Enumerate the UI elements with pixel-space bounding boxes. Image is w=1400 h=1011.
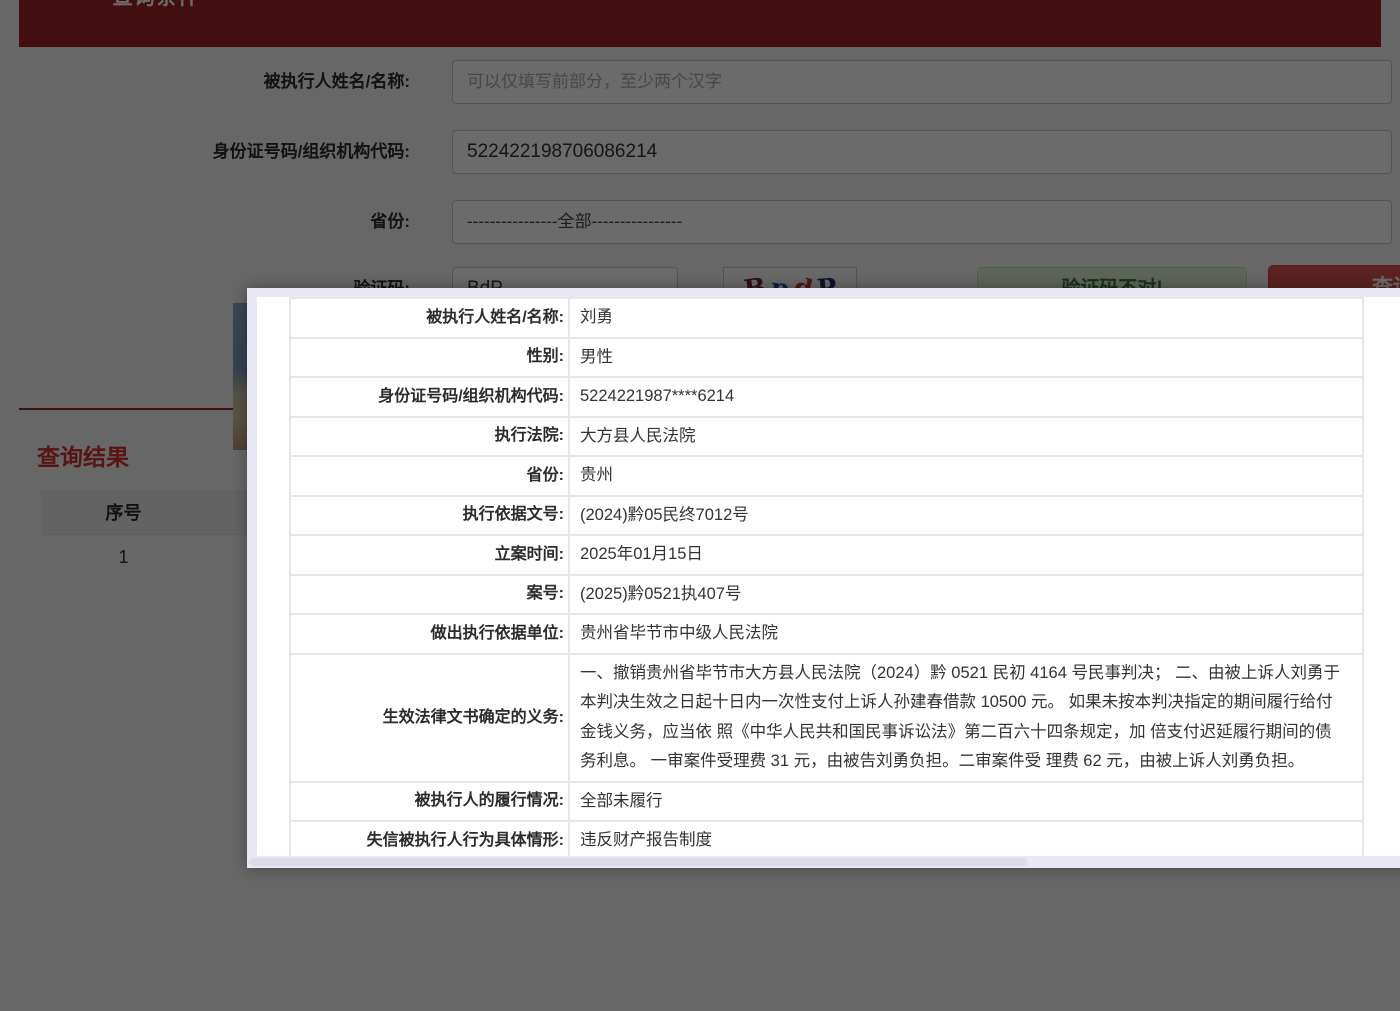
detail-label: 省份: xyxy=(291,457,570,495)
detail-value: 大方县人民法院 xyxy=(570,418,1362,456)
detail-row: 性别:男性 xyxy=(291,339,1362,379)
detail-label: 执行依据文号: xyxy=(291,497,570,535)
detail-label: 身份证号码/组织机构代码: xyxy=(291,378,570,416)
scrollbar-thumb[interactable] xyxy=(249,858,1027,866)
detail-value: 全部未履行 xyxy=(570,783,1362,821)
detail-row: 执行法院:大方县人民法院 xyxy=(291,418,1362,458)
detail-value: (2024)黔05民终7012号 xyxy=(570,497,1362,535)
modal-table: 被执行人姓名/名称:刘勇性别:男性身份证号码/组织机构代码:5224221987… xyxy=(289,297,1364,856)
detail-row: 身份证号码/组织机构代码:5224221987****6214 xyxy=(291,378,1362,418)
detail-value: 贵州省毕节市中级人民法院 xyxy=(570,615,1362,653)
detail-label: 执行法院: xyxy=(291,418,570,456)
detail-label: 立案时间: xyxy=(291,536,570,574)
detail-value: (2025)黔0521执407号 xyxy=(570,576,1362,614)
detail-value: 5224221987****6214 xyxy=(570,378,1362,416)
detail-row: 生效法律文书确定的义务:一、撤销贵州省毕节市大方县人民法院（2024）黔 052… xyxy=(291,655,1362,783)
detail-label: 做出执行依据单位: xyxy=(291,615,570,653)
detail-value: 刘勇 xyxy=(570,299,1362,337)
detail-label: 生效法律文书确定的义务: xyxy=(291,655,570,781)
detail-row: 省份:贵州 xyxy=(291,457,1362,497)
detail-row: 执行依据文号:(2024)黔05民终7012号 xyxy=(291,497,1362,537)
detail-row: 被执行人姓名/名称:刘勇 xyxy=(291,299,1362,339)
detail-label: 性别: xyxy=(291,339,570,377)
detail-value: 一、撤销贵州省毕节市大方县人民法院（2024）黔 0521 民初 4164 号民… xyxy=(570,655,1362,781)
detail-row: 被执行人的履行情况:全部未履行 xyxy=(291,783,1362,823)
detail-value: 男性 xyxy=(570,339,1362,377)
detail-modal-body: 被执行人姓名/名称:刘勇性别:男性身份证号码/组织机构代码:5224221987… xyxy=(257,297,1400,856)
detail-label: 被执行人姓名/名称: xyxy=(291,299,570,337)
detail-value: 2025年01月15日 xyxy=(570,536,1362,574)
detail-modal: 被执行人姓名/名称:刘勇性别:男性身份证号码/组织机构代码:5224221987… xyxy=(247,288,1400,868)
detail-value: 违反财产报告制度 xyxy=(570,822,1362,856)
detail-value: 贵州 xyxy=(570,457,1362,495)
detail-label: 失信被执行人行为具体情形: xyxy=(291,822,570,856)
detail-row: 做出执行依据单位:贵州省毕节市中级人民法院 xyxy=(291,615,1362,655)
detail-label: 被执行人的履行情况: xyxy=(291,783,570,821)
detail-label: 案号: xyxy=(291,576,570,614)
modal-horizontal-scrollbar[interactable] xyxy=(247,856,1400,868)
detail-row: 立案时间:2025年01月15日 xyxy=(291,536,1362,576)
detail-row: 案号:(2025)黔0521执407号 xyxy=(291,576,1362,616)
detail-row: 失信被执行人行为具体情形:违反财产报告制度 xyxy=(291,822,1362,856)
